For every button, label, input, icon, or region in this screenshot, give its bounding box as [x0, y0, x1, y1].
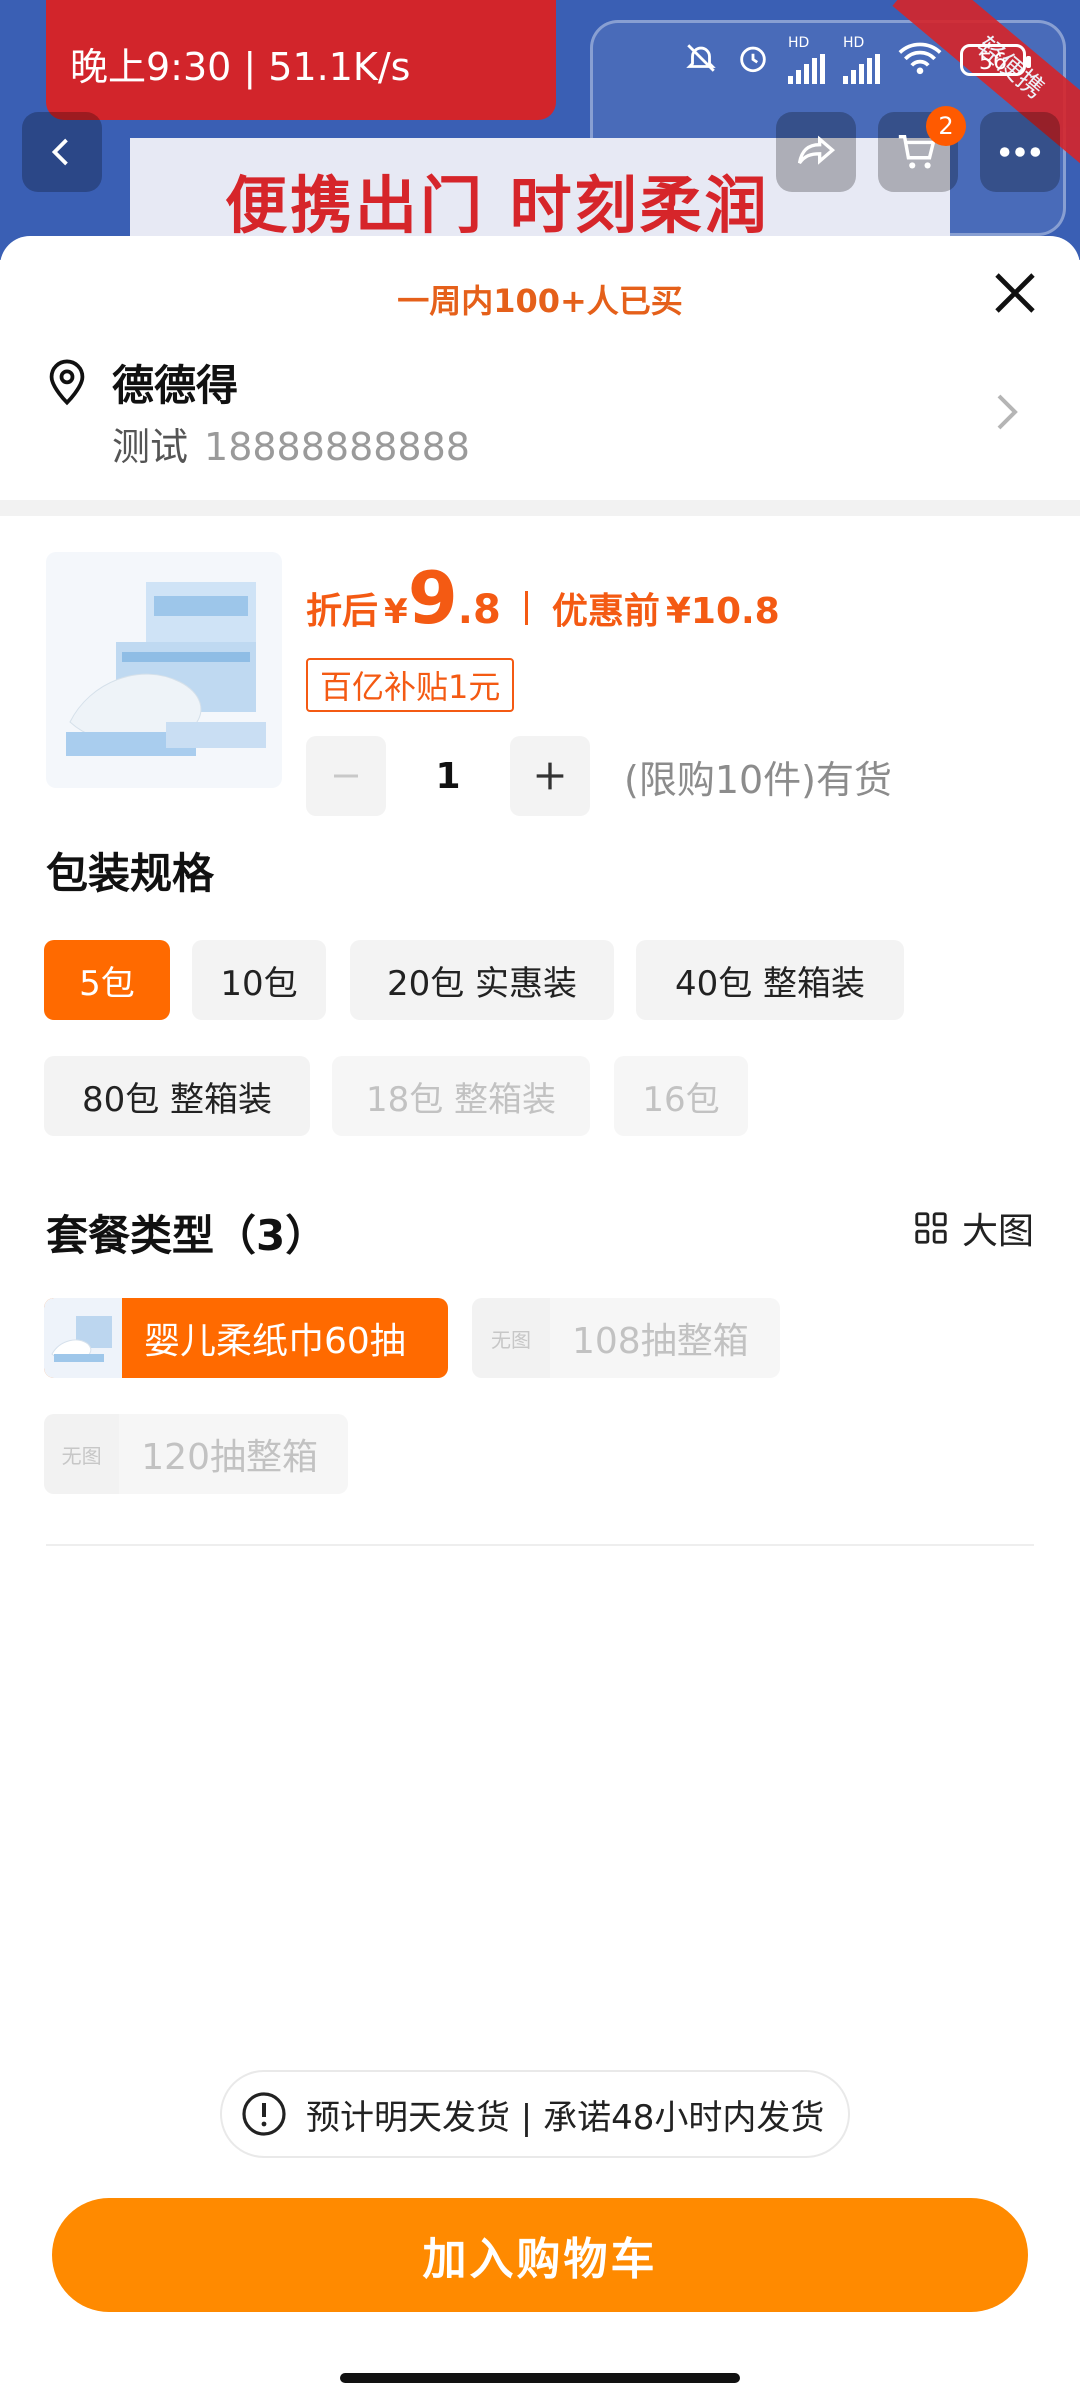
share-button[interactable]	[776, 112, 856, 192]
close-icon	[995, 273, 1035, 313]
plus-icon	[536, 762, 564, 790]
address-name: 德德得	[112, 361, 239, 410]
package-option-label: 120抽整箱	[141, 1437, 318, 1478]
product-summary: 折后 ¥ 9 .8 优惠前 ¥10.8 百亿补贴1元 1 (限购10件)有货	[0, 516, 1080, 816]
location-pin-icon	[46, 358, 88, 410]
package-option-disabled: 无图 108抽整箱	[472, 1298, 780, 1378]
chevron-right-icon	[994, 392, 1020, 436]
purchase-limit-text: (限购10件)有货	[624, 757, 893, 802]
share-icon	[797, 135, 836, 165]
spec-option[interactable]: 40包 整箱装	[636, 940, 904, 1020]
sku-selector-sheet: 一周内100+人已买 德德得 测试 18888888888 折后 ¥ 9 .8 …	[0, 236, 1080, 2400]
cart-count-badge: 2	[926, 106, 966, 146]
price-row: 折后 ¥ 9 .8 优惠前 ¥10.8	[306, 556, 780, 640]
mute-bell-icon	[684, 41, 718, 79]
package-section-title: 套餐类型（3）	[46, 1211, 328, 1260]
quantity-stepper: 1 (限购10件)有货	[306, 736, 892, 816]
price-decimal: .8	[457, 587, 501, 633]
address-contact-line: 测试 18888888888	[112, 416, 470, 471]
shipping-text: 预计明天发货 | 承诺48小时内发货	[306, 2097, 825, 2138]
status-time: 晚上9:30 | 51.1K/s	[70, 45, 411, 89]
back-button[interactable]	[22, 112, 102, 192]
cart-button[interactable]: 2	[878, 106, 966, 192]
shipping-info-pill: 预计明天发货 | 承诺48小时内发货	[220, 2070, 851, 2158]
no-image-placeholder: 无图	[44, 1414, 120, 1494]
increase-button[interactable]	[510, 736, 590, 816]
discount-label: 折后	[306, 591, 379, 632]
more-icon	[999, 147, 1041, 157]
decrease-button[interactable]	[306, 736, 386, 816]
section-divider	[46, 1544, 1034, 1546]
spec-option-disabled: 16包	[614, 1056, 748, 1136]
contact-phone: 18888888888	[204, 425, 470, 469]
original-price-label: 优惠前	[551, 591, 660, 632]
status-icons: HD HD 56	[684, 36, 1031, 84]
info-icon	[242, 2092, 286, 2136]
grid-icon	[915, 1212, 947, 1244]
price-separator	[524, 591, 528, 625]
currency-symbol: ¥	[384, 592, 408, 632]
home-indicator	[340, 2373, 740, 2383]
spec-option[interactable]: 10包	[192, 940, 326, 1020]
minus-icon	[334, 774, 358, 778]
close-button[interactable]	[988, 266, 1042, 320]
signal-hd-1: HD	[788, 36, 825, 84]
spec-option[interactable]: 80包 整箱装	[44, 1056, 310, 1136]
spec-option[interactable]: 20包 实惠装	[350, 940, 614, 1020]
signal-hd-2: HD	[843, 36, 880, 84]
status-bar: 晚上9:30 | 51.1K/s HD HD 56	[0, 0, 1080, 116]
more-button[interactable]	[980, 112, 1060, 192]
package-option-label: 108抽整箱	[572, 1321, 749, 1362]
address-row[interactable]: 德德得 测试 18888888888	[0, 336, 1080, 496]
signal-bars-icon	[788, 50, 825, 84]
product-thumbnail[interactable]	[46, 552, 282, 788]
package-option-disabled: 无图 120抽整箱	[44, 1414, 348, 1494]
spec-option[interactable]: 5包	[44, 940, 170, 1020]
subsidy-badge: 百亿补贴1元	[306, 658, 515, 712]
signal-bars-icon	[843, 50, 880, 84]
contact-name: 测试	[112, 425, 189, 469]
spec-section-title: 包装规格	[46, 849, 215, 898]
spec-option-disabled: 18包 整箱装	[332, 1056, 590, 1136]
package-option[interactable]: 婴儿柔纸巾60抽	[44, 1298, 448, 1378]
alarm-icon	[736, 41, 770, 79]
package-thumbnail	[44, 1298, 122, 1378]
section-divider	[0, 500, 1080, 516]
big-image-toggle[interactable]: 大图	[912, 1202, 1034, 1254]
battery-indicator: 56	[960, 44, 1031, 76]
no-image-placeholder: 无图	[472, 1298, 550, 1378]
promo-headline: 便携出门 时刻柔润	[225, 169, 770, 242]
price-integer: 9	[407, 556, 458, 640]
wifi-icon	[898, 41, 942, 79]
big-image-label: 大图	[961, 1211, 1034, 1252]
original-price: ¥10.8	[665, 591, 780, 632]
chevron-left-icon	[51, 138, 68, 166]
package-option-label: 婴儿柔纸巾60抽	[144, 1321, 406, 1362]
bought-count-label: 一周内100+人已买	[397, 282, 683, 320]
quantity-value[interactable]: 1	[386, 756, 510, 797]
add-to-cart-button[interactable]: 加入购物车	[52, 2198, 1028, 2312]
